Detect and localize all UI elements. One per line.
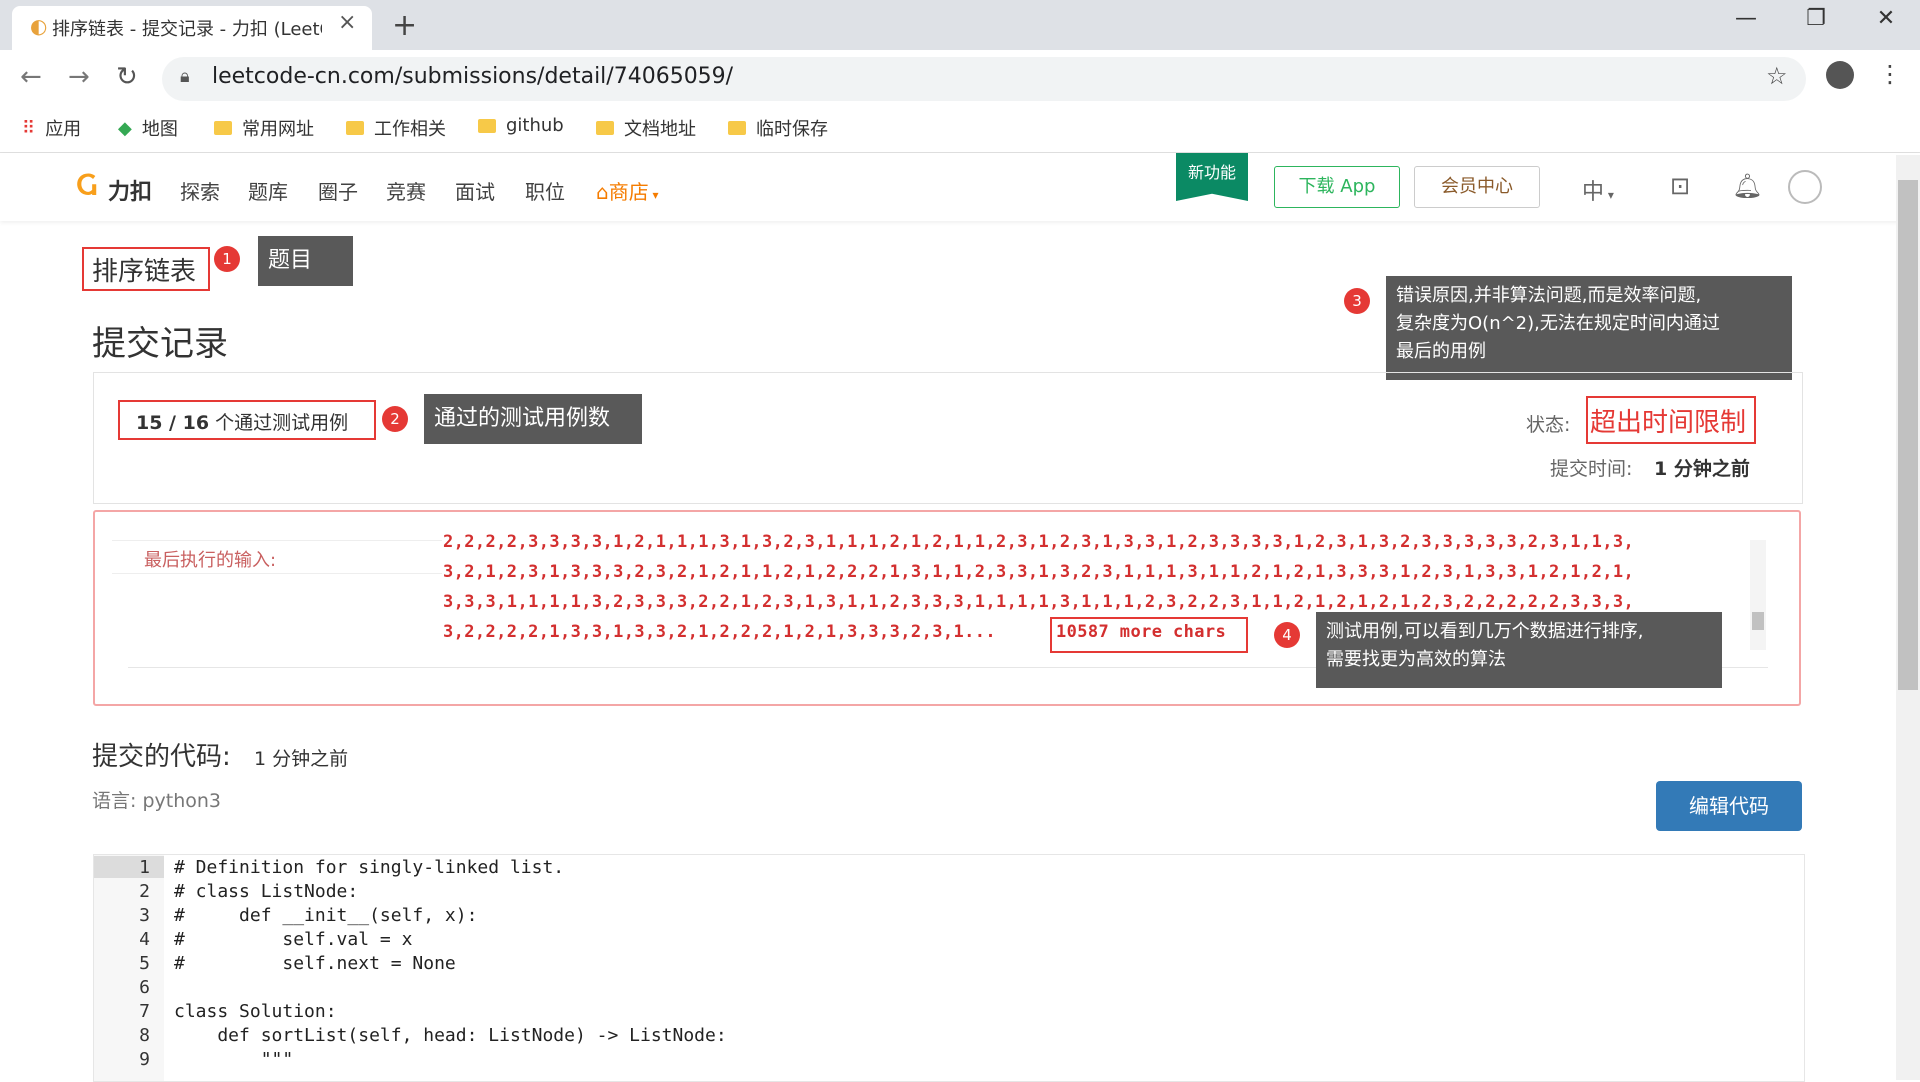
- passed-count: 15 / 16 个通过测试用例: [136, 412, 349, 434]
- bookmark-maps[interactable]: ◆ 地图: [118, 115, 178, 141]
- annotation-number-1: 1: [214, 246, 240, 272]
- bookmark-folder[interactable]: 临时保存: [728, 115, 828, 141]
- new-tab-icon[interactable]: +: [392, 8, 417, 43]
- code-editor[interactable]: 1 2 3 4 5 6 7 8 9 # Definition for singl…: [93, 854, 1805, 1082]
- lock-icon: 🔒︎: [180, 66, 190, 87]
- close-window-icon[interactable]: ✕: [1856, 6, 1916, 31]
- nav-contest[interactable]: 竞赛: [386, 176, 426, 205]
- apps-grid-icon: ⠿: [22, 117, 36, 139]
- site-header: [0, 153, 1920, 221]
- bookmark-apps[interactable]: ⠿ 应用: [22, 115, 81, 141]
- minimize-icon[interactable]: —: [1716, 6, 1776, 31]
- code-time: 1 分钟之前: [254, 748, 349, 770]
- reload-icon[interactable]: ↻: [116, 62, 138, 92]
- language-switch[interactable]: 中 ▾: [1582, 174, 1614, 206]
- input-scrollbar[interactable]: [1750, 540, 1766, 650]
- line-number: 5: [139, 953, 150, 974]
- tab-title: 排序链表 - 提交记录 - 力扣 (LeetCode): [52, 19, 322, 40]
- chevron-down-icon: ▾: [1604, 188, 1614, 202]
- submit-time-label: 提交时间:: [1550, 458, 1633, 480]
- forward-icon[interactable]: →: [68, 62, 90, 92]
- leetcode-logo-icon[interactable]: Ⴚ: [76, 172, 97, 202]
- annotation-1: 题目: [258, 236, 353, 286]
- page-scroll-thumb[interactable]: [1898, 180, 1918, 690]
- annotation-2: 通过的测试用例数: [424, 394, 642, 444]
- menu-dots-icon[interactable]: ⋮: [1878, 60, 1902, 88]
- input-line: 2,2,2,2,3,3,3,3,1,2,1,1,1,3,1,3,2,3,1,1,…: [443, 532, 1635, 552]
- nav-problems[interactable]: 题库: [248, 176, 288, 205]
- profile-icon[interactable]: [1826, 61, 1854, 89]
- chevron-down-icon: ▾: [648, 188, 659, 202]
- folder-icon: [478, 118, 496, 133]
- back-icon[interactable]: ←: [20, 62, 42, 92]
- avatar[interactable]: [1788, 170, 1822, 204]
- code-line: class Solution:: [174, 1001, 337, 1022]
- line-number: 9: [139, 1049, 150, 1070]
- code-line: """: [174, 1049, 294, 1070]
- line-number: 6: [139, 977, 150, 998]
- submit-time: 1 分钟之前: [1654, 458, 1750, 480]
- input-line: 3,2,2,2,2,1,3,3,1,3,3,2,1,2,2,2,1,2,1,3,…: [443, 622, 997, 642]
- folder-icon: [596, 121, 614, 135]
- code-line: # def __init__(self, x):: [174, 905, 478, 926]
- bookmark-folder[interactable]: 工作相关: [346, 115, 446, 141]
- bookmark-folder[interactable]: github: [478, 115, 564, 136]
- maximize-icon[interactable]: ❐: [1786, 6, 1846, 31]
- last-input-label: 最后执行的输入:: [144, 550, 277, 571]
- star-icon[interactable]: ☆: [1766, 62, 1788, 90]
- line-number: 3: [139, 905, 150, 926]
- bookmark-folder[interactable]: 常用网址: [214, 115, 314, 141]
- bookmark-folder[interactable]: 文档地址: [596, 115, 696, 141]
- bell-icon[interactable]: 🔔︎: [1732, 172, 1762, 200]
- problem-title[interactable]: 排序链表: [92, 251, 196, 288]
- logo-text[interactable]: 力扣: [108, 174, 152, 206]
- code-line: # self.val = x: [174, 929, 413, 950]
- line-number: 4: [139, 929, 150, 950]
- download-app-button[interactable]: 下载 App: [1274, 166, 1400, 208]
- store-icon: ⌂: [596, 180, 609, 204]
- nav-store[interactable]: ⌂商店 ▾: [596, 176, 659, 205]
- vip-center-button[interactable]: 会员中心: [1414, 166, 1540, 208]
- folder-icon: [728, 121, 746, 135]
- status-badge: 超出时间限制: [1590, 408, 1747, 438]
- code-line: def sortList(self, head: ListNode) -> Li…: [174, 1025, 727, 1046]
- input-scroll-thumb[interactable]: [1752, 612, 1764, 630]
- input-line: 3,3,3,1,1,1,1,3,2,3,3,3,2,2,1,2,3,1,3,1,…: [443, 592, 1635, 612]
- line-number: 7: [139, 1001, 150, 1022]
- nav-interview[interactable]: 面试: [455, 176, 495, 205]
- folder-icon: [346, 121, 364, 135]
- map-pin-icon: ◆: [118, 117, 132, 139]
- url-text[interactable]: leetcode-cn.com/submissions/detail/74065…: [212, 64, 733, 89]
- nav-explore[interactable]: 探索: [180, 176, 220, 205]
- language-label: 语言: python3: [92, 790, 221, 812]
- line-number: 1: [139, 857, 150, 878]
- nav-discuss[interactable]: 圈子: [318, 176, 358, 205]
- code-line: # self.next = None: [174, 953, 456, 974]
- close-tab-icon[interactable]: ×: [338, 10, 356, 35]
- folder-icon: [214, 121, 232, 135]
- code-label: 提交的代码:: [92, 742, 231, 772]
- status-label: 状态:: [1526, 414, 1571, 436]
- code-line: # Definition for singly-linked list.: [174, 857, 565, 878]
- annotation-number-4: 4: [1274, 622, 1300, 648]
- line-number: 8: [139, 1025, 150, 1046]
- annotation-3: 错误原因,并非算法问题,而是效率问题, 复杂度为O(n^2),无法在规定时间内通…: [1386, 276, 1792, 380]
- annotation-4: 测试用例,可以看到几万个数据进行排序, 需要找更为高效的算法: [1316, 612, 1722, 688]
- page-heading: 提交记录: [92, 324, 228, 364]
- input-line: 3,2,1,2,3,1,3,3,3,2,3,2,1,2,1,1,2,1,2,2,…: [443, 562, 1635, 582]
- code-line: # class ListNode:: [174, 881, 359, 902]
- annotation-number-3: 3: [1344, 288, 1370, 314]
- line-number: 2: [139, 881, 150, 902]
- edit-code-button[interactable]: 编辑代码: [1656, 781, 1802, 831]
- nav-jobs[interactable]: 职位: [525, 176, 565, 205]
- leetcode-favicon-icon: ◐: [30, 14, 48, 38]
- more-chars-link[interactable]: 10587 more chars: [1056, 622, 1226, 642]
- playground-icon[interactable]: ⊡: [1670, 172, 1690, 200]
- annotation-number-2: 2: [382, 406, 408, 432]
